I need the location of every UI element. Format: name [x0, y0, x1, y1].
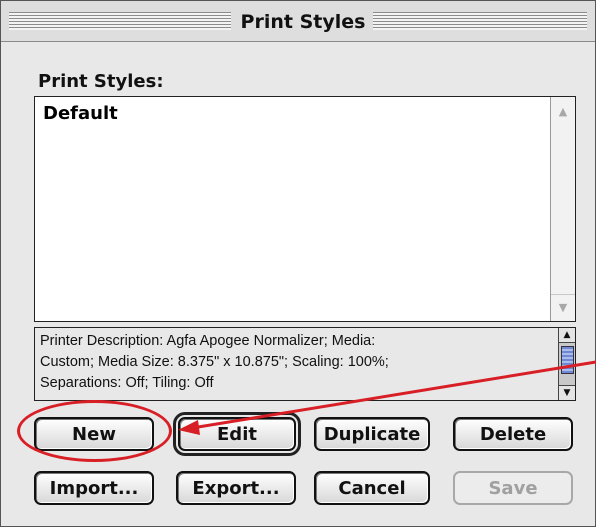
scroll-up-arrow-icon[interactable]: ▲ [551, 99, 575, 123]
style-description: Printer Description: Agfa Apogee Normali… [40, 331, 550, 394]
export-button[interactable]: Export... [176, 471, 296, 505]
scroll-thumb[interactable] [561, 346, 574, 374]
style-description-box: Printer Description: Agfa Apogee Normali… [34, 327, 576, 401]
title-bar-stripes-right [373, 12, 587, 30]
new-button[interactable]: New [34, 417, 154, 451]
duplicate-button[interactable]: Duplicate [314, 417, 430, 451]
print-styles-label: Print Styles: [38, 71, 164, 92]
description-scrollbar[interactable]: ▲ ▼ [558, 328, 575, 400]
print-styles-dialog: Print Styles Print Styles: Default ▲ ▼ P… [0, 0, 596, 527]
import-button[interactable]: Import... [34, 471, 154, 505]
description-line: Separations: Off; Tiling: Off [40, 375, 214, 391]
delete-button[interactable]: Delete [453, 417, 573, 451]
list-item-default[interactable]: Default [43, 103, 118, 124]
title-bar[interactable]: Print Styles [1, 1, 595, 42]
cancel-button[interactable]: Cancel [314, 471, 430, 505]
description-line: Printer Description: Agfa Apogee Normali… [40, 333, 376, 349]
scroll-up-arrow-icon[interactable]: ▲ [559, 328, 575, 343]
print-styles-list[interactable]: Default ▲ ▼ [34, 96, 576, 322]
scroll-down-arrow-icon[interactable]: ▼ [559, 385, 575, 400]
title-bar-stripes-left [9, 12, 231, 30]
window-title: Print Styles [240, 11, 366, 33]
scroll-down-arrow-icon[interactable]: ▼ [551, 294, 575, 319]
list-scrollbar[interactable]: ▲ ▼ [550, 97, 575, 321]
save-button: Save [453, 471, 573, 505]
edit-button[interactable]: Edit [173, 412, 301, 456]
description-line: Custom; Media Size: 8.375" x 10.875"; Sc… [40, 354, 389, 370]
